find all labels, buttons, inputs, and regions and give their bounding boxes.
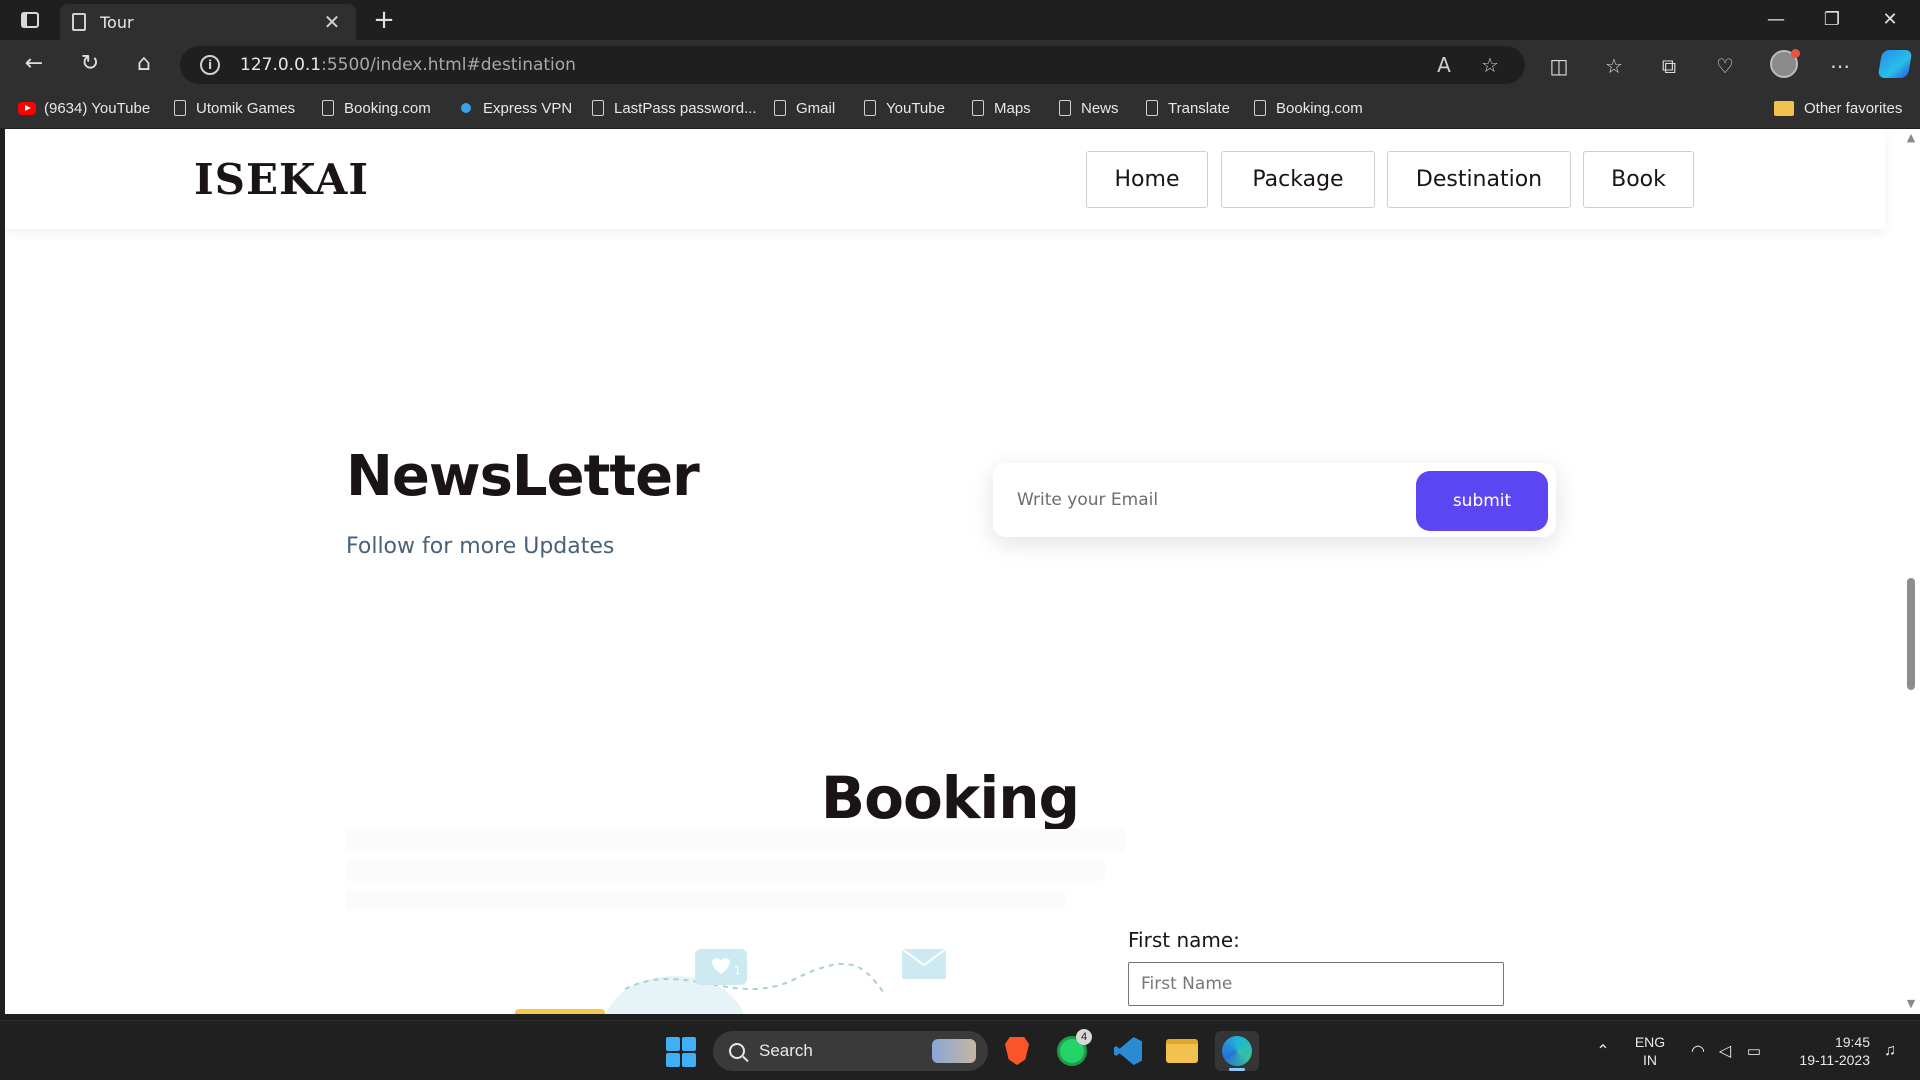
youtube-icon	[18, 101, 36, 115]
nav-home[interactable]: Home	[1086, 151, 1208, 208]
vscode-icon[interactable]	[1106, 1031, 1150, 1071]
whatsapp-badge: 4	[1076, 1029, 1092, 1045]
page-icon	[864, 100, 876, 116]
vpn-icon	[461, 103, 471, 113]
page-viewport: ISEKAI Home Package Destination Book New…	[5, 129, 1902, 1014]
collections-icon[interactable]: ⧉	[1655, 54, 1683, 78]
taskbar-search[interactable]: Search	[713, 1031, 988, 1071]
close-window-button[interactable]: ✕	[1862, 0, 1918, 40]
page-icon	[1146, 100, 1158, 116]
more-menu-icon[interactable]: ⋯	[1826, 54, 1854, 78]
booking-title: Booking	[820, 764, 1080, 832]
browser-essentials-icon[interactable]: ♡	[1711, 54, 1739, 78]
bookmark-utomik-games[interactable]: Utomik Games	[174, 88, 295, 128]
page-icon	[322, 100, 334, 116]
page-icon	[592, 100, 604, 116]
browser-toolbar: ← ↻ ⌂ i 127.0.0.1:5500/index.html#destin…	[0, 40, 1920, 88]
windows-start-icon[interactable]	[666, 1037, 696, 1067]
newsletter-form: submit	[993, 463, 1556, 537]
whatsapp-icon[interactable]: 4	[1050, 1029, 1094, 1071]
file-explorer-icon[interactable]	[1160, 1031, 1204, 1071]
url-text: 127.0.0.1:5500/index.html#destination	[240, 55, 576, 75]
faded-text-line	[345, 859, 1105, 881]
site-info-icon[interactable]: i	[200, 55, 220, 75]
newsletter-title: NewsLetter	[346, 444, 700, 509]
page-icon	[1254, 100, 1266, 116]
favorites-icon[interactable]: ☆	[1600, 54, 1628, 78]
nav-package[interactable]: Package	[1221, 151, 1375, 208]
battery-icon[interactable]: ▭	[1740, 1021, 1768, 1080]
illustration-bar	[515, 1009, 605, 1014]
page-icon	[774, 100, 786, 116]
show-hidden-icons-chevron-icon[interactable]: ⌃	[1588, 1021, 1618, 1080]
favorite-star-icon[interactable]: ☆	[1476, 54, 1504, 76]
scroll-up-arrow-icon[interactable]: ▲	[1902, 129, 1920, 147]
profile-avatar[interactable]	[1770, 49, 1800, 78]
bookmark-booking[interactable]: Booking.com	[322, 88, 431, 128]
tab-title: Tour	[100, 12, 134, 32]
first-name-label: First name:	[1128, 928, 1240, 952]
new-tab-button[interactable]: +	[368, 4, 400, 36]
wifi-icon[interactable]: ◠	[1684, 1021, 1712, 1080]
nav-destination[interactable]: Destination	[1387, 151, 1571, 208]
booking-illustration: 1	[515, 949, 947, 1014]
page-icon	[174, 100, 186, 116]
restore-button[interactable]: ❐	[1804, 0, 1860, 40]
notification-bell-icon[interactable]: ♫	[1874, 1021, 1906, 1080]
newsletter-submit-button[interactable]: submit	[1416, 471, 1548, 531]
bookmark-maps[interactable]: Maps	[972, 88, 1031, 128]
address-bar[interactable]: i 127.0.0.1:5500/index.html#destination …	[180, 46, 1525, 84]
browser-tab[interactable]: Tour ✕	[60, 4, 356, 40]
scroll-down-arrow-icon[interactable]: ▼	[1902, 995, 1920, 1013]
folder-icon	[1774, 100, 1794, 116]
bookmarks-bar: (9634) YouTube Utomik Games Booking.com …	[0, 88, 1920, 128]
bookmark-youtube[interactable]: YouTube	[864, 88, 945, 128]
heart-count: 1	[734, 964, 741, 977]
bookmark-news[interactable]: News	[1059, 88, 1119, 128]
bookmark-lastpass[interactable]: LastPass password...	[592, 88, 757, 128]
minimize-button[interactable]: —	[1748, 0, 1804, 40]
bookmark-translate[interactable]: Translate	[1146, 88, 1230, 128]
copilot-icon[interactable]	[1877, 50, 1913, 78]
refresh-icon[interactable]: ↻	[72, 48, 108, 80]
home-icon[interactable]: ⌂	[126, 48, 162, 80]
page-icon	[72, 13, 86, 31]
language-indicator[interactable]: ENG IN	[1628, 1021, 1672, 1080]
bookmark-gmail[interactable]: Gmail	[774, 88, 835, 128]
search-highlight-icon	[932, 1039, 976, 1063]
page-icon	[972, 100, 984, 116]
search-label: Search	[759, 1041, 813, 1060]
browser-tab-bar: Tour ✕ + — ❐ ✕	[0, 0, 1920, 40]
volume-icon[interactable]: ◁	[1712, 1021, 1738, 1080]
search-icon	[729, 1043, 745, 1059]
site-logo[interactable]: ISEKAI	[194, 155, 369, 204]
first-name-input[interactable]	[1128, 962, 1504, 1006]
site-navbar: ISEKAI Home Package Destination Book	[5, 129, 1885, 229]
nav-book[interactable]: Book	[1583, 151, 1694, 208]
close-tab-icon[interactable]: ✕	[320, 10, 344, 34]
bookmark-youtube-9634[interactable]: (9634) YouTube	[18, 88, 150, 128]
split-screen-icon[interactable]: ◫	[1545, 54, 1573, 78]
bookmark-express-vpn[interactable]: Express VPN	[461, 88, 572, 128]
page-icon	[1059, 100, 1071, 116]
other-favorites[interactable]: Other favorites	[1774, 88, 1902, 128]
tab-actions-icon[interactable]	[14, 8, 46, 32]
system-clock[interactable]: 19:45 19-11-2023	[1780, 1021, 1870, 1080]
page-scrollbar[interactable]: ▲ ▼	[1902, 129, 1920, 1014]
faded-text-line	[345, 829, 1125, 851]
brave-icon[interactable]	[995, 1031, 1039, 1071]
bookmark-booking-2[interactable]: Booking.com	[1254, 88, 1363, 128]
faded-text-line	[345, 889, 1065, 911]
windows-taskbar: Search 4 ⌃ ENG IN ◠ ◁ ▭ 19:45 19-11-2023 ♫	[0, 1020, 1920, 1080]
read-aloud-icon[interactable]: A	[1430, 54, 1458, 76]
newsletter-subtitle: Follow for more Updates	[346, 534, 615, 559]
edge-icon[interactable]	[1215, 1031, 1259, 1071]
scroll-thumb[interactable]	[1907, 578, 1915, 690]
newsletter-email-input[interactable]	[1017, 477, 1387, 523]
back-icon[interactable]: ←	[16, 48, 52, 80]
